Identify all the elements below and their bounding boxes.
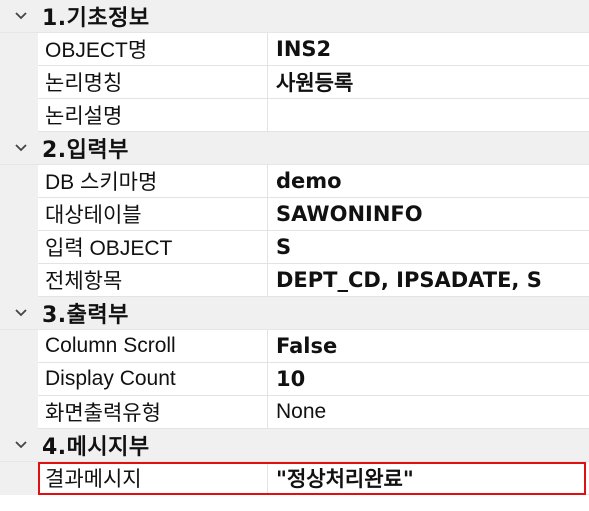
property-value[interactable]: demo — [268, 165, 589, 198]
property-name[interactable]: 대상테이블 — [38, 198, 268, 231]
row-gutter — [0, 66, 38, 99]
row-gutter — [0, 198, 38, 231]
row-gutter — [0, 165, 38, 198]
property-row[interactable]: 결과메시지 "정상처리완료" — [0, 462, 589, 495]
property-row[interactable]: OBJECT명 INS2 — [0, 33, 589, 66]
property-grid: 1.기초정보 OBJECT명 INS2 논리명칭 사원등록 논리설명 2.입력부 DB 스키마… — [0, 0, 589, 511]
chevron-down-icon[interactable] — [0, 132, 42, 165]
property-value[interactable]: DEPT_CD, IPSADATE, S — [268, 264, 589, 297]
property-name[interactable]: Display Count — [38, 363, 268, 396]
property-row[interactable]: DB 스키마명 demo — [0, 165, 589, 198]
property-value[interactable]: "정상처리완료" — [268, 462, 589, 495]
property-row[interactable]: 논리명칭 사원등록 — [0, 66, 589, 99]
row-gutter — [0, 231, 38, 264]
property-value[interactable] — [268, 99, 589, 132]
category-header[interactable]: 3.출력부 — [0, 297, 589, 330]
chevron-down-icon[interactable] — [0, 429, 42, 462]
property-row[interactable]: 화면출력유형 None — [0, 396, 589, 429]
property-name[interactable]: OBJECT명 — [38, 33, 268, 66]
category-title: 1.기초정보 — [42, 6, 150, 31]
row-gutter — [0, 396, 38, 429]
property-name[interactable]: 결과메시지 — [38, 462, 268, 495]
property-value[interactable]: S — [268, 231, 589, 264]
chevron-down-icon[interactable] — [0, 0, 42, 33]
property-row[interactable]: 입력 OBJECT S — [0, 231, 589, 264]
row-gutter — [0, 330, 38, 363]
property-name[interactable]: 전체항목 — [38, 264, 268, 297]
property-value[interactable]: INS2 — [268, 33, 589, 66]
property-name[interactable]: 입력 OBJECT — [38, 231, 268, 264]
category-header[interactable]: 1.기초정보 — [0, 0, 589, 33]
property-row[interactable]: Column Scroll False — [0, 330, 589, 363]
property-row[interactable]: Display Count 10 — [0, 363, 589, 396]
category-title: 3.출력부 — [42, 303, 129, 328]
property-name[interactable]: 논리명칭 — [38, 66, 268, 99]
row-gutter — [0, 462, 38, 495]
property-value[interactable]: 사원등록 — [268, 66, 589, 99]
category-header[interactable]: 4.메시지부 — [0, 429, 589, 462]
property-name[interactable]: 논리설명 — [38, 99, 268, 132]
category-title: 2.입력부 — [42, 138, 129, 163]
row-gutter — [0, 264, 38, 297]
property-value[interactable]: SAWONINFO — [268, 198, 589, 231]
property-name[interactable]: 화면출력유형 — [38, 396, 268, 429]
property-name[interactable]: DB 스키마명 — [38, 165, 268, 198]
property-value[interactable]: None — [268, 396, 589, 429]
property-row[interactable]: 대상테이블 SAWONINFO — [0, 198, 589, 231]
property-row[interactable]: 전체항목 DEPT_CD, IPSADATE, S — [0, 264, 589, 297]
row-gutter — [0, 363, 38, 396]
property-row[interactable]: 논리설명 — [0, 99, 589, 132]
category-header[interactable]: 2.입력부 — [0, 132, 589, 165]
property-value[interactable]: False — [268, 330, 589, 363]
chevron-down-icon[interactable] — [0, 297, 42, 330]
category-title: 4.메시지부 — [42, 435, 150, 460]
row-gutter — [0, 99, 38, 132]
row-gutter — [0, 33, 38, 66]
property-name[interactable]: Column Scroll — [38, 330, 268, 363]
property-value[interactable]: 10 — [268, 363, 589, 396]
